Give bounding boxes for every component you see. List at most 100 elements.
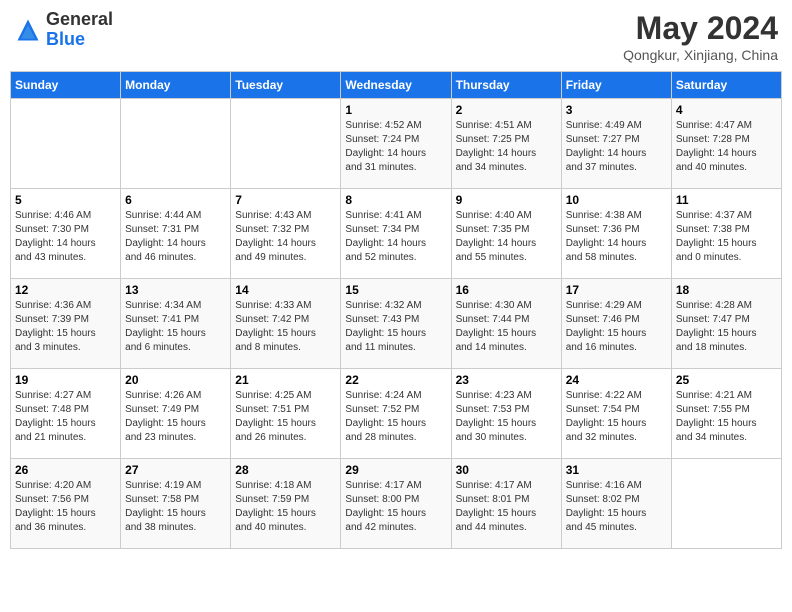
day-number: 12 (15, 283, 116, 297)
calendar-cell: 19 Sunrise: 4:27 AM Sunset: 7:48 PM Dayli… (11, 369, 121, 459)
calendar-cell: 17 Sunrise: 4:29 AM Sunset: 7:46 PM Dayli… (561, 279, 671, 369)
calendar-cell: 16 Sunrise: 4:30 AM Sunset: 7:44 PM Dayli… (451, 279, 561, 369)
day-number: 20 (125, 373, 226, 387)
calendar-cell: 22 Sunrise: 4:24 AM Sunset: 7:52 PM Dayli… (341, 369, 451, 459)
calendar-cell: 21 Sunrise: 4:25 AM Sunset: 7:51 PM Dayli… (231, 369, 341, 459)
day-number: 4 (676, 103, 777, 117)
day-number: 17 (566, 283, 667, 297)
day-info: Sunrise: 4:29 AM Sunset: 7:46 PM Dayligh… (566, 299, 667, 355)
weekday-header-thursday: Thursday (451, 72, 561, 99)
day-number: 2 (456, 103, 557, 117)
day-number: 18 (676, 283, 777, 297)
calendar-week-row: 19 Sunrise: 4:27 AM Sunset: 7:48 PM Dayli… (11, 369, 782, 459)
day-info: Sunrise: 4:24 AM Sunset: 7:52 PM Dayligh… (345, 389, 446, 445)
day-number: 11 (676, 193, 777, 207)
weekday-header-monday: Monday (121, 72, 231, 99)
day-info: Sunrise: 4:21 AM Sunset: 7:55 PM Dayligh… (676, 389, 777, 445)
day-number: 7 (235, 193, 336, 207)
day-number: 16 (456, 283, 557, 297)
logo-blue-text: Blue (46, 29, 85, 49)
day-number: 25 (676, 373, 777, 387)
day-info: Sunrise: 4:32 AM Sunset: 7:43 PM Dayligh… (345, 299, 446, 355)
day-number: 29 (345, 463, 446, 477)
calendar-cell: 28 Sunrise: 4:18 AM Sunset: 7:59 PM Dayli… (231, 459, 341, 549)
logo-icon (14, 16, 42, 44)
day-info: Sunrise: 4:30 AM Sunset: 7:44 PM Dayligh… (456, 299, 557, 355)
day-number: 8 (345, 193, 446, 207)
calendar-cell: 3 Sunrise: 4:49 AM Sunset: 7:27 PM Daylig… (561, 99, 671, 189)
page-header: General Blue May 2024 Qongkur, Xinjiang,… (10, 10, 782, 63)
calendar-cell: 25 Sunrise: 4:21 AM Sunset: 7:55 PM Dayli… (671, 369, 781, 459)
day-number: 1 (345, 103, 446, 117)
calendar-cell: 29 Sunrise: 4:17 AM Sunset: 8:00 PM Dayli… (341, 459, 451, 549)
day-info: Sunrise: 4:34 AM Sunset: 7:41 PM Dayligh… (125, 299, 226, 355)
day-info: Sunrise: 4:18 AM Sunset: 7:59 PM Dayligh… (235, 479, 336, 535)
day-number: 19 (15, 373, 116, 387)
calendar-cell: 12 Sunrise: 4:36 AM Sunset: 7:39 PM Dayli… (11, 279, 121, 369)
day-info: Sunrise: 4:40 AM Sunset: 7:35 PM Dayligh… (456, 209, 557, 265)
day-info: Sunrise: 4:36 AM Sunset: 7:39 PM Dayligh… (15, 299, 116, 355)
day-number: 28 (235, 463, 336, 477)
day-number: 9 (456, 193, 557, 207)
calendar-cell: 31Sunrise: 4:16 AM Sunset: 8:02 PM Dayli… (561, 459, 671, 549)
day-number: 14 (235, 283, 336, 297)
day-number: 24 (566, 373, 667, 387)
calendar-table: SundayMondayTuesdayWednesdayThursdayFrid… (10, 71, 782, 549)
day-info: Sunrise: 4:51 AM Sunset: 7:25 PM Dayligh… (456, 119, 557, 175)
calendar-cell: 8 Sunrise: 4:41 AM Sunset: 7:34 PM Daylig… (341, 189, 451, 279)
day-number: 22 (345, 373, 446, 387)
day-number: 3 (566, 103, 667, 117)
day-number: 15 (345, 283, 446, 297)
calendar-cell: 2 Sunrise: 4:51 AM Sunset: 7:25 PM Daylig… (451, 99, 561, 189)
month-year-title: May 2024 (623, 10, 778, 47)
calendar-week-row: 5Sunrise: 4:46 AM Sunset: 7:30 PM Daylig… (11, 189, 782, 279)
calendar-cell (11, 99, 121, 189)
weekday-header-tuesday: Tuesday (231, 72, 341, 99)
day-number: 31 (566, 463, 667, 477)
calendar-cell: 30 Sunrise: 4:17 AM Sunset: 8:01 PM Dayli… (451, 459, 561, 549)
calendar-cell: 27Sunrise: 4:19 AM Sunset: 7:58 PM Dayli… (121, 459, 231, 549)
calendar-cell: 15 Sunrise: 4:32 AM Sunset: 7:43 PM Dayli… (341, 279, 451, 369)
day-info: Sunrise: 4:37 AM Sunset: 7:38 PM Dayligh… (676, 209, 777, 265)
day-info: Sunrise: 4:26 AM Sunset: 7:49 PM Dayligh… (125, 389, 226, 445)
day-info: Sunrise: 4:52 AM Sunset: 7:24 PM Dayligh… (345, 119, 446, 175)
day-number: 21 (235, 373, 336, 387)
day-info: Sunrise: 4:41 AM Sunset: 7:34 PM Dayligh… (345, 209, 446, 265)
location-subtitle: Qongkur, Xinjiang, China (623, 47, 778, 63)
calendar-cell: 7Sunrise: 4:43 AM Sunset: 7:32 PM Daylig… (231, 189, 341, 279)
calendar-cell: 26Sunrise: 4:20 AM Sunset: 7:56 PM Dayli… (11, 459, 121, 549)
day-info: Sunrise: 4:19 AM Sunset: 7:58 PM Dayligh… (125, 479, 226, 535)
day-info: Sunrise: 4:28 AM Sunset: 7:47 PM Dayligh… (676, 299, 777, 355)
calendar-cell: 11 Sunrise: 4:37 AM Sunset: 7:38 PM Dayli… (671, 189, 781, 279)
calendar-cell: 4Sunrise: 4:47 AM Sunset: 7:28 PM Daylig… (671, 99, 781, 189)
day-info: Sunrise: 4:17 AM Sunset: 8:01 PM Dayligh… (456, 479, 557, 535)
day-info: Sunrise: 4:27 AM Sunset: 7:48 PM Dayligh… (15, 389, 116, 445)
logo-text: General Blue (46, 10, 113, 50)
day-info: Sunrise: 4:17 AM Sunset: 8:00 PM Dayligh… (345, 479, 446, 535)
weekday-header-friday: Friday (561, 72, 671, 99)
calendar-cell: 14Sunrise: 4:33 AM Sunset: 7:42 PM Dayli… (231, 279, 341, 369)
day-number: 23 (456, 373, 557, 387)
day-info: Sunrise: 4:25 AM Sunset: 7:51 PM Dayligh… (235, 389, 336, 445)
day-number: 6 (125, 193, 226, 207)
day-info: Sunrise: 4:38 AM Sunset: 7:36 PM Dayligh… (566, 209, 667, 265)
calendar-cell: 13Sunrise: 4:34 AM Sunset: 7:41 PM Dayli… (121, 279, 231, 369)
calendar-cell: 23Sunrise: 4:23 AM Sunset: 7:53 PM Dayli… (451, 369, 561, 459)
weekday-header-saturday: Saturday (671, 72, 781, 99)
day-info: Sunrise: 4:46 AM Sunset: 7:30 PM Dayligh… (15, 209, 116, 265)
calendar-cell: 5Sunrise: 4:46 AM Sunset: 7:30 PM Daylig… (11, 189, 121, 279)
calendar-cell: 18 Sunrise: 4:28 AM Sunset: 7:47 PM Dayli… (671, 279, 781, 369)
calendar-cell: 20 Sunrise: 4:26 AM Sunset: 7:49 PM Dayli… (121, 369, 231, 459)
calendar-cell (231, 99, 341, 189)
calendar-cell: 6Sunrise: 4:44 AM Sunset: 7:31 PM Daylig… (121, 189, 231, 279)
calendar-week-row: 1 Sunrise: 4:52 AM Sunset: 7:24 PM Daylig… (11, 99, 782, 189)
calendar-cell: 9 Sunrise: 4:40 AM Sunset: 7:35 PM Daylig… (451, 189, 561, 279)
day-info: Sunrise: 4:49 AM Sunset: 7:27 PM Dayligh… (566, 119, 667, 175)
day-info: Sunrise: 4:20 AM Sunset: 7:56 PM Dayligh… (15, 479, 116, 535)
calendar-cell: 1 Sunrise: 4:52 AM Sunset: 7:24 PM Daylig… (341, 99, 451, 189)
day-number: 10 (566, 193, 667, 207)
day-info: Sunrise: 4:22 AM Sunset: 7:54 PM Dayligh… (566, 389, 667, 445)
day-number: 30 (456, 463, 557, 477)
calendar-cell (121, 99, 231, 189)
calendar-cell: 10 Sunrise: 4:38 AM Sunset: 7:36 PM Dayli… (561, 189, 671, 279)
